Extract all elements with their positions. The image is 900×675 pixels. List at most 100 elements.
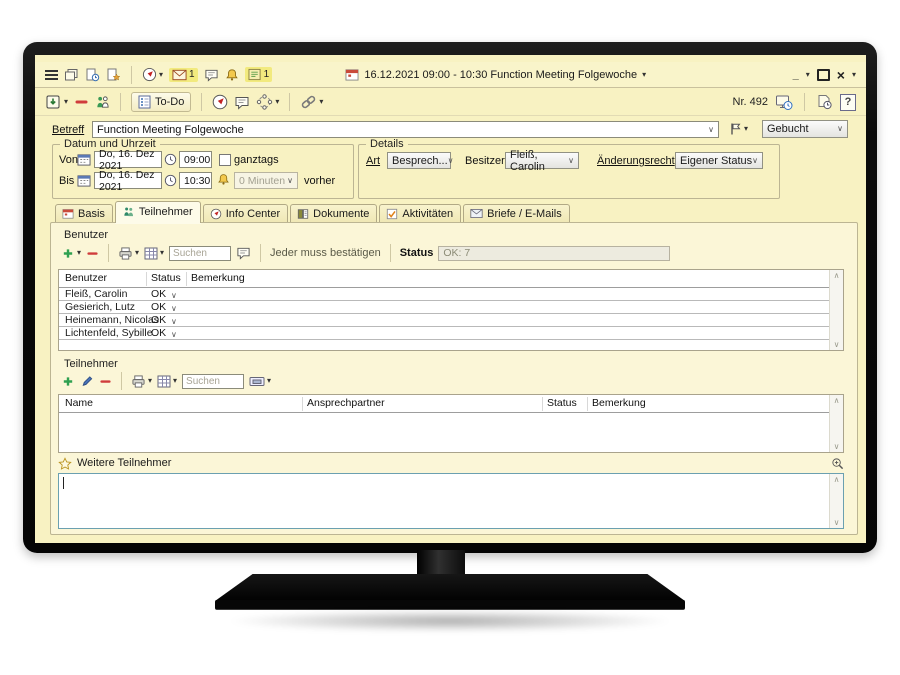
scroll-up-icon[interactable]: ∧ bbox=[830, 396, 843, 405]
benutzer-scrollbar[interactable]: ∧ ∨ bbox=[829, 270, 843, 350]
print-button[interactable]: ▾ bbox=[131, 375, 152, 388]
people-icon bbox=[122, 206, 135, 218]
note-notification[interactable]: 1 bbox=[245, 67, 273, 82]
document-clock-icon[interactable] bbox=[85, 68, 100, 82]
weitere-teilnehmer-label: Weitere Teilnehmer bbox=[77, 457, 171, 469]
col-name[interactable]: Name bbox=[65, 397, 93, 409]
conversation-button[interactable] bbox=[234, 95, 250, 110]
screen: ▾ 1 bbox=[35, 55, 866, 543]
menu-icon[interactable] bbox=[45, 68, 58, 82]
chat-bubble-icon[interactable] bbox=[204, 68, 219, 82]
art-select[interactable]: Besprech...∨ bbox=[387, 152, 451, 169]
restore-button[interactable] bbox=[817, 69, 830, 81]
von-time-input[interactable]: 09:00 bbox=[179, 151, 212, 168]
add-participant-button[interactable] bbox=[61, 375, 75, 388]
aenderungsrecht-label[interactable]: Änderungsrecht bbox=[597, 155, 675, 167]
status-dropdown-icon[interactable]: ∨ bbox=[171, 329, 177, 341]
benutzer-status-label: Status bbox=[400, 247, 434, 259]
tab-info-center[interactable]: Info Center bbox=[203, 204, 288, 223]
col-benutzer[interactable]: Benutzer bbox=[65, 272, 107, 284]
close-button[interactable]: × bbox=[837, 67, 845, 83]
edit-participant-button[interactable] bbox=[80, 375, 94, 388]
benutzer-row[interactable]: Heinemann, Nicolas OK ∨ bbox=[59, 314, 843, 327]
benutzer-search-input[interactable] bbox=[169, 246, 231, 261]
col-ansprechpartner[interactable]: Ansprechpartner bbox=[307, 397, 385, 409]
teilnehmer-scrollbar[interactable]: ∧ ∨ bbox=[829, 395, 843, 452]
calendar-icon bbox=[62, 208, 74, 219]
benutzer-table: Benutzer Status Bemerkung Fleiß, Carolin… bbox=[58, 269, 844, 351]
bell-icon[interactable] bbox=[225, 68, 239, 82]
booking-status-select[interactable]: Gebucht ∨ bbox=[762, 120, 848, 138]
scroll-down-icon[interactable]: ∨ bbox=[830, 442, 843, 451]
delete-button[interactable] bbox=[74, 95, 89, 109]
besitzer-label: Besitzer bbox=[465, 155, 505, 167]
art-label[interactable]: Art bbox=[366, 155, 380, 167]
group-circle-button[interactable]: ▾ bbox=[256, 94, 279, 110]
bis-clock-icon[interactable] bbox=[164, 174, 177, 187]
teilnehmer-search-input[interactable] bbox=[182, 374, 244, 389]
bis-calendar-icon[interactable] bbox=[77, 174, 91, 187]
notes-scrollbar[interactable]: ∧ ∨ bbox=[829, 474, 843, 528]
windows-icon[interactable] bbox=[64, 68, 79, 82]
benutzer-table-header: Benutzer Status Bemerkung bbox=[59, 270, 843, 288]
scroll-down-icon[interactable]: ∨ bbox=[830, 340, 843, 349]
flag-button[interactable]: ▾ bbox=[729, 122, 748, 136]
teilnehmer-table: Name Ansprechpartner Status Bemerkung ∧ … bbox=[58, 394, 844, 453]
tab-aktivitaeten[interactable]: Aktivitäten bbox=[379, 204, 461, 223]
view-grid-button[interactable]: ▾ bbox=[157, 375, 177, 388]
view-grid-button[interactable]: ▾ bbox=[144, 247, 164, 260]
title-dropdown-icon[interactable]: ▾ bbox=[642, 71, 646, 79]
document-star-icon[interactable] bbox=[106, 68, 121, 82]
print-button[interactable]: ▾ bbox=[118, 247, 139, 260]
col-status[interactable]: Status bbox=[151, 272, 181, 284]
bis-date-input[interactable]: Do, 16. Dez 2021 bbox=[94, 172, 162, 189]
minimize-button[interactable]: _ bbox=[793, 69, 799, 81]
message-users-button[interactable] bbox=[236, 246, 251, 260]
tab-dokumente[interactable]: Dokumente bbox=[290, 204, 377, 223]
reminder-bell-icon[interactable] bbox=[217, 173, 230, 186]
col-status[interactable]: Status bbox=[547, 397, 577, 409]
appointment-window: ▾ 1 bbox=[35, 55, 866, 543]
confirm-all-label[interactable]: Jeder muss bestätigen bbox=[270, 247, 381, 259]
minimize-options-icon[interactable]: ▾ bbox=[806, 71, 810, 79]
reminder-select[interactable]: 0 Minuten∨ bbox=[234, 172, 298, 189]
tab-briefe-emails[interactable]: Briefe / E-Mails bbox=[463, 204, 570, 223]
participants-button[interactable] bbox=[95, 95, 110, 110]
scroll-down-icon[interactable]: ∨ bbox=[830, 518, 843, 527]
magnifier-icon[interactable] bbox=[831, 457, 844, 470]
betreff-input[interactable]: Function Meeting Folgewoche ∨ bbox=[92, 121, 719, 138]
tab-basis[interactable]: Basis bbox=[55, 204, 113, 223]
scroll-up-icon[interactable]: ∧ bbox=[830, 475, 843, 484]
benutzer-row[interactable]: Fleiß, Carolin OK ∨ bbox=[59, 288, 843, 301]
col-bemerkung[interactable]: Bemerkung bbox=[191, 272, 245, 284]
info-center-button[interactable] bbox=[212, 94, 228, 110]
benutzer-row[interactable]: Lichtenfeld, Sybille OK ∨ bbox=[59, 327, 843, 340]
remove-participant-button[interactable] bbox=[99, 375, 112, 388]
compass-icon[interactable]: ▾ bbox=[142, 67, 163, 82]
mail-notification[interactable]: 1 bbox=[169, 68, 198, 82]
von-calendar-icon[interactable] bbox=[77, 153, 91, 166]
tab-teilnehmer[interactable]: Teilnehmer bbox=[115, 201, 201, 223]
betreff-dropdown-icon[interactable]: ∨ bbox=[708, 126, 714, 134]
scroll-up-icon[interactable]: ∧ bbox=[830, 271, 843, 280]
save-close-button[interactable]: ▾ bbox=[45, 94, 68, 110]
benutzer-row[interactable]: Gesierich, Lutz OK ∨ bbox=[59, 301, 843, 314]
aenderungsrecht-select[interactable]: Eigener Status∨ bbox=[675, 152, 763, 169]
help-button[interactable]: ? bbox=[840, 94, 856, 111]
add-user-button[interactable]: ▾ bbox=[61, 247, 81, 260]
betreff-label[interactable]: Betreff bbox=[52, 124, 84, 136]
device-time-icon[interactable] bbox=[775, 94, 793, 111]
ganztags-checkbox[interactable] bbox=[219, 154, 231, 166]
besitzer-select[interactable]: Fleiß, Carolin∨ bbox=[505, 152, 579, 169]
remove-user-button[interactable] bbox=[86, 247, 99, 260]
link-button[interactable]: ▾ bbox=[300, 94, 323, 110]
weitere-teilnehmer-textarea[interactable]: ∧ ∨ bbox=[58, 473, 844, 529]
von-date-input[interactable]: Do, 16. Dez 2021 bbox=[94, 151, 162, 168]
todo-button[interactable]: To-Do bbox=[131, 92, 191, 112]
close-options-icon[interactable]: ▾ bbox=[852, 71, 856, 79]
transfer-button[interactable]: ▾ bbox=[249, 375, 271, 388]
von-clock-icon[interactable] bbox=[164, 153, 177, 166]
history-icon[interactable] bbox=[816, 94, 833, 110]
col-bemerkung[interactable]: Bemerkung bbox=[592, 397, 646, 409]
bis-time-input[interactable]: 10:30 bbox=[179, 172, 212, 189]
